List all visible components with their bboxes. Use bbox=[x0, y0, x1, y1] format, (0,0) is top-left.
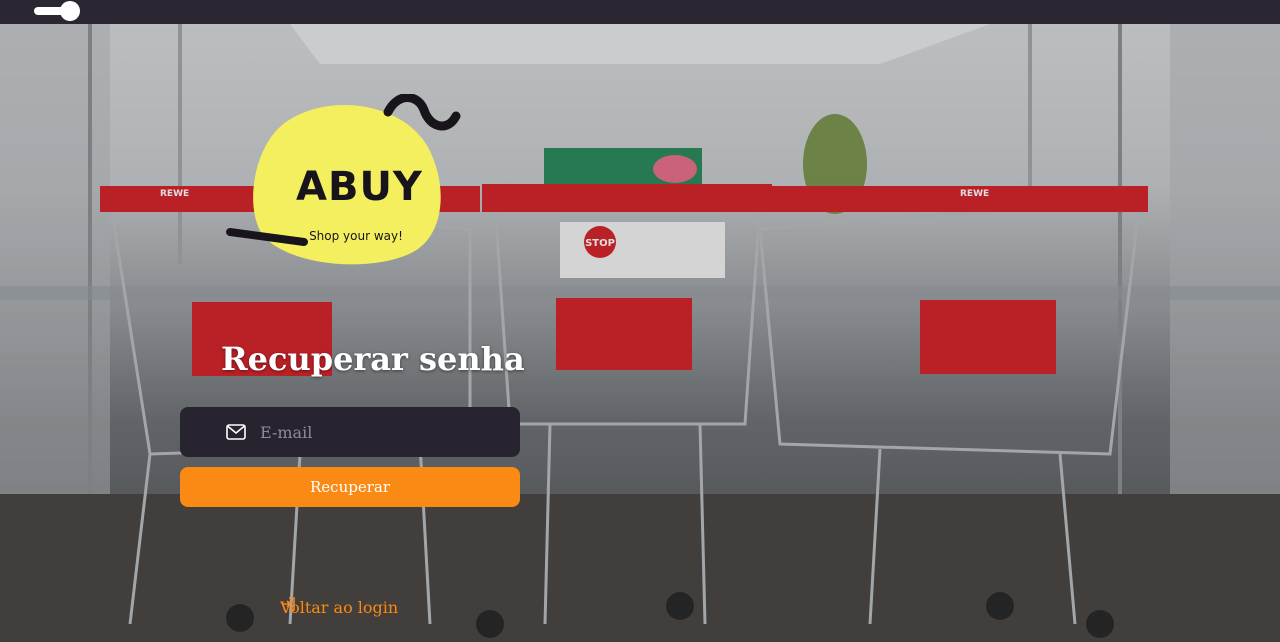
mail-icon bbox=[226, 424, 246, 440]
page-title: Recuperar senha bbox=[221, 340, 525, 378]
email-input[interactable] bbox=[260, 417, 500, 447]
recover-button[interactable]: Recuperar bbox=[180, 467, 520, 507]
logo-title: ABUY bbox=[296, 164, 423, 210]
shopping-carts-illustration: STOP REWE REWE bbox=[0, 24, 1280, 642]
abuy-logo: ABUY Shop your way! bbox=[224, 94, 484, 294]
logo-tagline: Shop your way! bbox=[309, 229, 403, 243]
toggle-knob bbox=[60, 1, 80, 21]
back-to-login-label: Voltar ao login bbox=[280, 597, 399, 617]
top-bar bbox=[0, 0, 1280, 24]
theme-toggle[interactable] bbox=[34, 1, 80, 21]
background-photo: STOP REWE REWE ABUY Shop your way! Recup… bbox=[0, 24, 1280, 642]
back-to-login-link[interactable]: Voltar ao login bbox=[280, 596, 398, 618]
email-field[interactable] bbox=[180, 407, 520, 457]
login-arrow-icon bbox=[282, 597, 295, 611]
